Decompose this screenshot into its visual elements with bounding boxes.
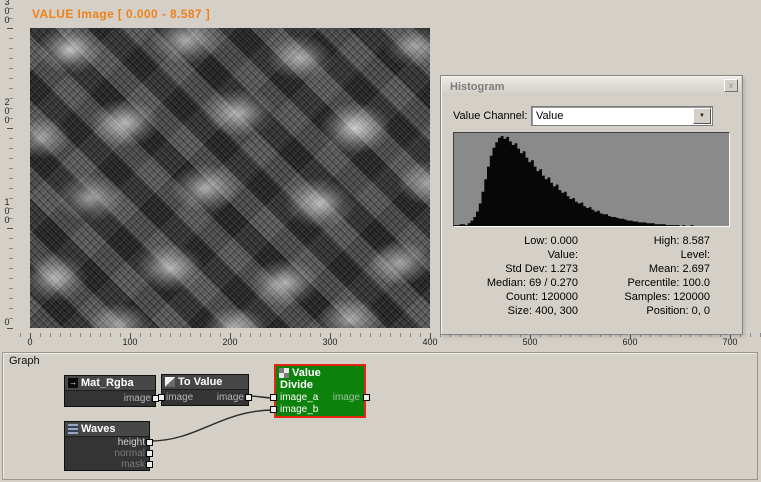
value-channel-value: Value [536, 110, 563, 122]
input-port-image[interactable] [158, 394, 165, 401]
stat-count: Count: 120000 [453, 290, 578, 304]
ruler-label: 100 [2, 197, 12, 224]
port-label-normal: normal [114, 448, 145, 459]
vertical-ruler: 300 200 100 0 [0, 0, 13, 333]
graph-panel: Graph → Mat_Rgba image To Value im [2, 352, 758, 480]
port-row: image_a image [276, 392, 364, 404]
ruler-tick [7, 128, 13, 129]
histogram-shape [454, 136, 729, 226]
output-port-height[interactable] [146, 439, 153, 446]
histogram-title: Histogram [450, 81, 504, 93]
port-label-mask: mask [121, 459, 145, 470]
node-title: Divide [276, 379, 364, 392]
histogram-chart [454, 133, 729, 226]
stat-mean: Mean: 2.697 [585, 262, 710, 276]
node-mat-rgba[interactable]: → Mat_Rgba image [64, 375, 156, 407]
port-row: image_b [276, 404, 364, 416]
port-label-height: height [118, 437, 145, 448]
histogram-stats: Low: 0.000 Value: Std Dev: 1.273 Median:… [453, 234, 723, 322]
port-row: image [65, 391, 155, 406]
port-row: height [65, 437, 149, 448]
ruler-label: 0 [2, 317, 12, 326]
stat-stddev: Std Dev: 1.273 [453, 262, 578, 276]
ruler-label: 200 [222, 337, 237, 347]
node-header: Value [276, 366, 364, 379]
viewer-title: VALUE Image [ 0.000 - 8.587 ] [32, 7, 210, 21]
stats-right-column: High: 8.587 Level: Mean: 2.697 Percentil… [585, 234, 710, 318]
node-title: To Value [178, 376, 222, 388]
ruler-label: 300 [2, 0, 12, 24]
ruler-label: 0 [27, 337, 32, 347]
value-channel-label: Value Channel: [453, 110, 527, 122]
port-label-image-out: image [124, 393, 151, 404]
ruler-label: 400 [422, 337, 437, 347]
input-port-image-b[interactable] [270, 406, 277, 413]
app-window: 300 200 100 0 0 100 200 300 400 500 600 700 VALUE … [0, 0, 761, 482]
stat-percentile: Percentile: 100.0 [585, 276, 710, 290]
stat-low: Low: 0.000 [453, 234, 578, 248]
ruler-label: 100 [122, 337, 137, 347]
close-button[interactable]: x [724, 79, 738, 92]
histogram-panel: Histogram x Value Channel: Value ▼ Low: … [440, 75, 743, 335]
ruler-label: 300 [322, 337, 337, 347]
stat-size: Size: 400, 300 [453, 304, 578, 318]
stat-median: Median: 69 / 0.270 [453, 276, 578, 290]
node-category: Value [292, 367, 321, 379]
ruler-label: 200 [2, 97, 12, 124]
histogram-titlebar[interactable]: Histogram [442, 77, 741, 96]
output-port-mask[interactable] [146, 461, 153, 468]
output-port-image[interactable] [245, 394, 252, 401]
node-header: To Value [162, 375, 248, 390]
node-to-value[interactable]: To Value image image [161, 374, 249, 406]
to-value-icon [165, 377, 175, 387]
value-channel-select[interactable]: Value ▼ [531, 106, 713, 126]
ruler-corner [0, 333, 13, 347]
port-label-image-a: image_a [280, 392, 318, 404]
port-label-image-in: image [166, 390, 193, 405]
graph-panel-title: Graph [9, 355, 40, 367]
output-port-normal[interactable] [146, 450, 153, 457]
node-waves[interactable]: Waves height normal mask [64, 421, 150, 471]
channel-row: Value Channel: Value ▼ [453, 106, 730, 126]
horizontal-ruler: 0 100 200 300 400 500 600 700 [0, 333, 761, 347]
port-row: mask [65, 459, 149, 470]
value-category-icon [279, 368, 289, 378]
mat-rgba-icon: → [68, 378, 78, 388]
port-row: image image [162, 390, 248, 405]
stat-value: Value: [453, 248, 578, 262]
node-header: → Mat_Rgba [65, 376, 155, 391]
stat-samples: Samples: 120000 [585, 290, 710, 304]
ruler-label: 700 [722, 337, 737, 347]
value-image-canvas[interactable] [30, 28, 430, 328]
input-port-image-a[interactable] [270, 394, 277, 401]
port-label-image-out: image [217, 390, 244, 405]
stat-high: High: 8.587 [585, 234, 710, 248]
stat-position: Position: 0, 0 [585, 304, 710, 318]
stats-left-column: Low: 0.000 Value: Std Dev: 1.273 Median:… [453, 234, 578, 318]
histogram-plot [453, 132, 730, 227]
ruler-tick [7, 328, 13, 329]
ruler-tick [7, 28, 13, 29]
node-title: Waves [81, 423, 115, 435]
port-row: normal [65, 448, 149, 459]
node-divide[interactable]: Value Divide image_a image image_b [274, 364, 366, 418]
port-label-image-out: image [333, 392, 360, 404]
waves-icon [68, 424, 78, 434]
ruler-label: 600 [622, 337, 637, 347]
dropdown-arrow-icon[interactable]: ▼ [693, 108, 711, 124]
ruler-label: 500 [522, 337, 537, 347]
node-header: Waves [65, 422, 149, 437]
output-port-image[interactable] [363, 394, 370, 401]
node-title: Mat_Rgba [81, 377, 134, 389]
ruler-tick [7, 228, 13, 229]
wire-waves-divide [150, 410, 274, 441]
port-label-image-b: image_b [280, 404, 318, 416]
stat-level: Level: [585, 248, 710, 262]
